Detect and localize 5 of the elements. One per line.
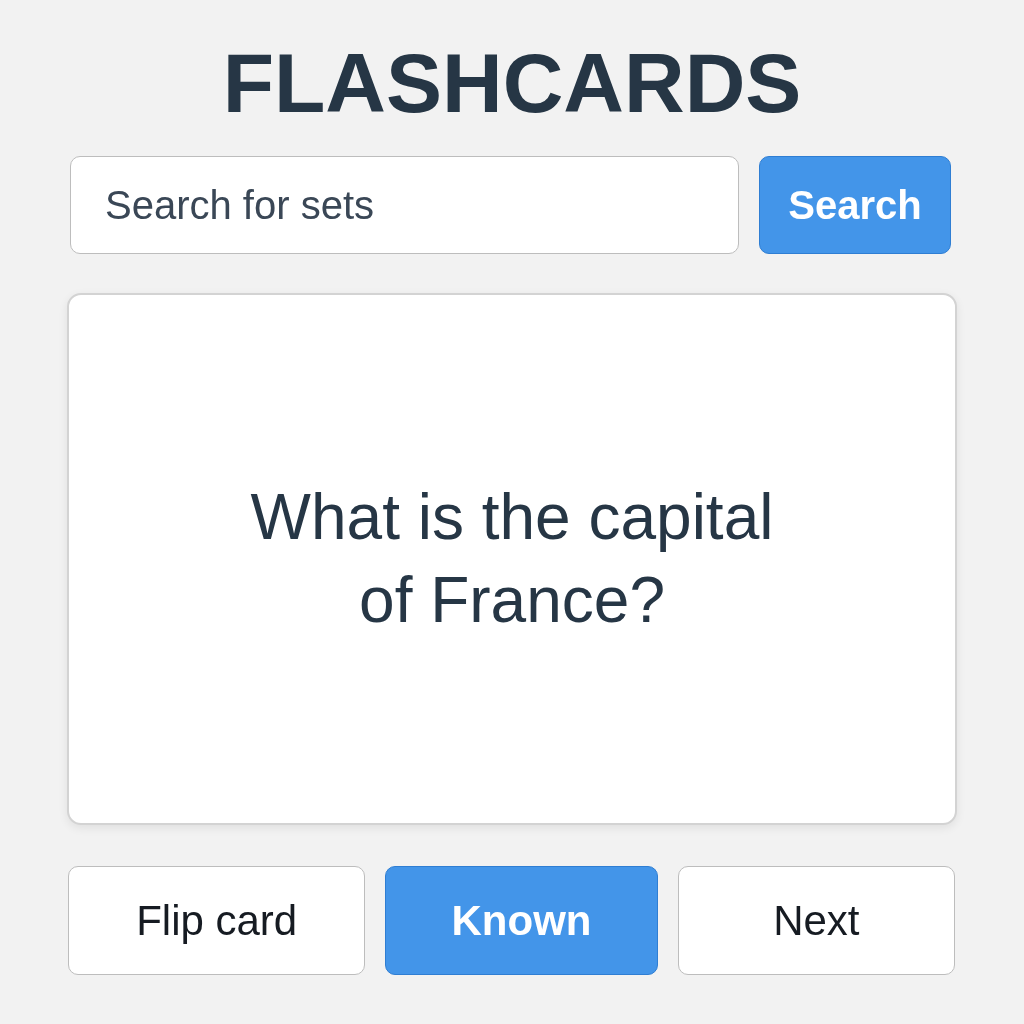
app-title: FLASHCARDS [222,41,802,125]
card-question: What is the capital of France? [249,480,775,638]
search-field[interactable]: Search for sets [70,156,739,254]
flip-card-button[interactable]: Flip card [68,866,366,975]
next-button[interactable]: Next [677,866,955,975]
